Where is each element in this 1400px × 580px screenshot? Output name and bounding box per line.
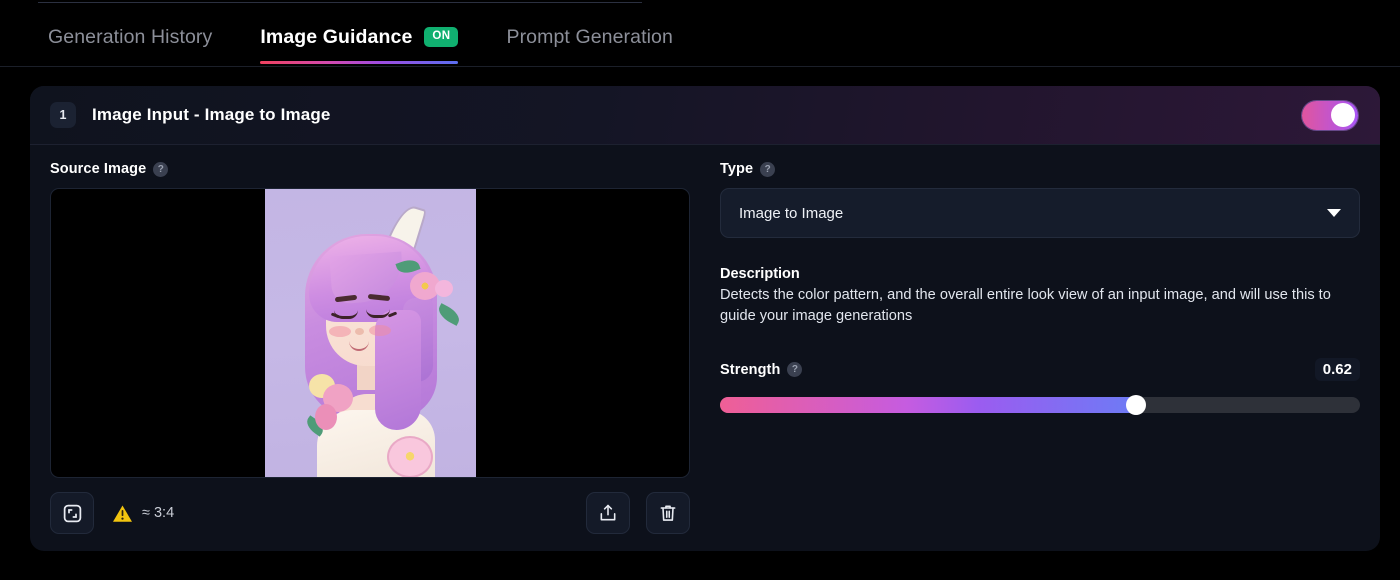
- blush-left: [328, 326, 351, 337]
- strength-row: Strength ? 0.62: [720, 358, 1360, 381]
- strength-value: 0.62: [1314, 358, 1360, 381]
- tab-bar: Generation History Image Guidance ON Pro…: [0, 8, 1400, 66]
- flower-icon: [314, 404, 337, 430]
- strength-slider-fill: [720, 397, 1136, 413]
- card-header: 1 Image Input - Image to Image: [30, 86, 1380, 145]
- warning-triangle-icon: [113, 505, 132, 522]
- tab-label: Image Guidance: [260, 25, 413, 48]
- aspect-ratio-text: ≈ 3:4: [142, 505, 175, 521]
- tab-bar-divider: [0, 66, 1400, 67]
- top-divider: [38, 2, 642, 3]
- blush-right: [368, 325, 391, 336]
- tab-label: Generation History: [48, 25, 213, 48]
- source-image-preview[interactable]: [50, 188, 690, 478]
- settings-column: Type ? Image to Image Description Detect…: [690, 161, 1360, 551]
- upload-button[interactable]: [586, 492, 630, 534]
- tab-generation-history[interactable]: Generation History: [48, 8, 212, 66]
- nose-shape: [354, 328, 364, 335]
- type-label: Type: [720, 161, 754, 177]
- description-text: Detects the color pattern, and the overa…: [720, 287, 1331, 324]
- aspect-ratio-warning: ≈ 3:4: [112, 504, 174, 523]
- card-title: Image Input - Image to Image: [92, 105, 331, 124]
- upload-icon: [600, 504, 616, 521]
- image-actions: [586, 492, 690, 534]
- source-image-label-row: Source Image ?: [50, 161, 690, 177]
- toggle-knob: [1331, 103, 1355, 127]
- type-label-row: Type ?: [720, 161, 1360, 177]
- strength-label: Strength: [720, 361, 781, 378]
- leaf-icon: [434, 303, 463, 326]
- help-icon[interactable]: ?: [153, 161, 169, 177]
- image-input-card: 1 Image Input - Image to Image Source Im…: [30, 86, 1380, 551]
- flower-icon: [386, 436, 433, 477]
- type-select-value: Image to Image: [739, 204, 844, 222]
- tab-image-guidance[interactable]: Image Guidance ON: [260, 8, 459, 66]
- enable-toggle[interactable]: [1302, 100, 1358, 130]
- delete-button[interactable]: [646, 492, 690, 534]
- crop-icon: [63, 504, 81, 522]
- status-badge-on: ON: [424, 27, 459, 47]
- card-body: Source Image ? ≈ 3:4 Type ? Image to Ima…: [30, 145, 1380, 551]
- crop-button[interactable]: [50, 492, 94, 534]
- step-number-badge: 1: [50, 102, 76, 128]
- flower-icon: [434, 280, 453, 297]
- tab-label: Prompt Generation: [506, 25, 673, 48]
- chevron-down-icon: [1327, 209, 1341, 217]
- source-image-label: Source Image: [50, 161, 147, 177]
- description-title: Description: [720, 266, 800, 282]
- source-image-column: Source Image ? ≈ 3:4: [50, 161, 690, 551]
- help-icon[interactable]: ?: [760, 161, 776, 177]
- strength-slider-knob[interactable]: [1126, 395, 1146, 415]
- help-icon[interactable]: ?: [787, 362, 803, 377]
- source-image-artwork: [264, 189, 476, 477]
- tab-prompt-generation[interactable]: Prompt Generation: [506, 8, 672, 66]
- active-tab-underline: [260, 61, 459, 64]
- trash-icon: [660, 505, 676, 521]
- strength-slider[interactable]: [720, 395, 1360, 415]
- strength-label-row: Strength ?: [720, 361, 803, 378]
- image-toolbar: ≈ 3:4: [50, 492, 690, 534]
- type-select[interactable]: Image to Image: [720, 188, 1360, 238]
